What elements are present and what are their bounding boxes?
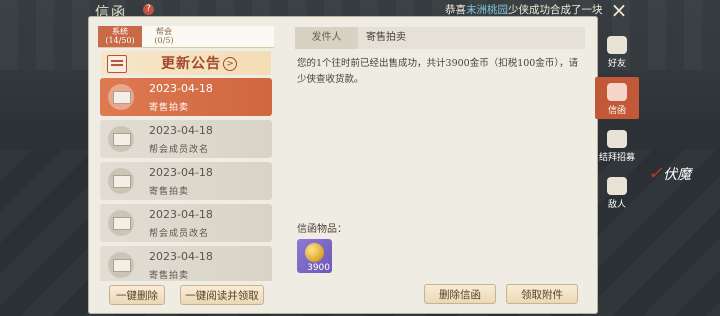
announcement-label: 更新公告 bbox=[161, 56, 221, 72]
ticker-player-name: 末洲桃园 bbox=[466, 4, 508, 16]
mail-date: 2023-04-18 bbox=[149, 166, 213, 179]
update-announcement-banner[interactable]: 更新公告 > bbox=[101, 51, 271, 75]
help-icon[interactable]: ? bbox=[143, 4, 154, 15]
sidebar-item-enemies[interactable]: 敌人 bbox=[595, 171, 639, 213]
scroll-icon bbox=[107, 55, 127, 73]
attachment-quantity: 3900 bbox=[307, 263, 330, 273]
sidebar-item-label: 信函 bbox=[607, 106, 626, 116]
mail-category-tabs: 系统 (14/50) 帮会 (0/5) bbox=[98, 26, 274, 48]
mail-subject: 寄售拍卖 bbox=[149, 103, 190, 113]
sidebar-item-sworn-recruit[interactable]: 结拜招募 bbox=[595, 124, 639, 166]
gold-coin-icon bbox=[305, 243, 324, 262]
sidebar-item-mail[interactable]: 信函 bbox=[595, 77, 639, 119]
attachment-slot[interactable]: 3900 bbox=[297, 239, 332, 273]
mail-date: 2023-04-18 bbox=[149, 208, 213, 221]
tab-system[interactable]: 系统 (14/50) bbox=[98, 26, 142, 47]
tab-system-label: 系统 bbox=[112, 27, 128, 36]
ticker-suffix: 少侠成功合成了一块 bbox=[508, 4, 603, 16]
sidebar-item-friends[interactable]: 好友 bbox=[595, 30, 639, 72]
envelope-icon bbox=[108, 84, 134, 110]
list-item[interactable]: 2023-04-18 寄售拍卖 bbox=[100, 78, 272, 116]
brush-text: 伏魔 bbox=[663, 167, 692, 183]
sender-label: 发件人 bbox=[295, 27, 358, 49]
sidebar-item-label: 好友 bbox=[607, 59, 626, 69]
close-icon[interactable]: × bbox=[608, 0, 630, 22]
mail-subject: 帮会成员改名 bbox=[149, 229, 210, 239]
envelope-icon bbox=[108, 210, 134, 236]
mail-date: 2023-04-18 bbox=[149, 250, 213, 263]
mail-date: 2023-04-18 bbox=[149, 82, 213, 95]
tab-guild-label: 帮会 bbox=[156, 27, 172, 36]
sworn-recruit-icon bbox=[607, 130, 627, 148]
envelope-icon bbox=[108, 252, 134, 278]
mail-subject: 寄售拍卖 bbox=[149, 271, 190, 281]
delete-mail-button[interactable]: 删除信函 bbox=[424, 284, 496, 304]
sidebar-item-label: 敌人 bbox=[607, 200, 626, 210]
ticker-prefix: 恭喜 bbox=[445, 4, 466, 16]
tab-guild-count: (0/5) bbox=[154, 36, 174, 45]
chevron-right-icon: > bbox=[223, 57, 237, 71]
delete-all-button[interactable]: 一键删除 bbox=[109, 285, 165, 305]
broadcast-ticker: 恭喜末洲桃园少侠成功合成了一块 bbox=[445, 2, 603, 17]
mail-icon bbox=[607, 83, 627, 101]
attachment-label: 信函物品： bbox=[297, 224, 347, 235]
claim-attachment-button[interactable]: 领取附件 bbox=[506, 284, 578, 304]
envelope-icon bbox=[108, 126, 134, 152]
mail-subject: 寄售拍卖 bbox=[149, 187, 190, 197]
sender-value: 寄售拍卖 bbox=[366, 32, 406, 43]
friends-icon bbox=[607, 36, 627, 54]
list-item[interactable]: 2023-04-18 寄售拍卖 bbox=[100, 246, 272, 281]
tab-system-count: (14/50) bbox=[105, 36, 135, 45]
list-item[interactable]: 2023-04-18 寄售拍卖 bbox=[100, 162, 272, 200]
list-item[interactable]: 2023-04-18 帮会成员改名 bbox=[100, 120, 272, 158]
mail-date: 2023-04-18 bbox=[149, 124, 213, 137]
tab-guild[interactable]: 帮会 (0/5) bbox=[142, 26, 186, 47]
sidebar-item-label: 结拜招募 bbox=[598, 153, 635, 163]
mail-body: 您的1个往时前已经出售成功，共计3900金币（扣税100金币），请少侠查收货款。 bbox=[297, 58, 579, 85]
enemy-icon bbox=[607, 177, 627, 195]
brush-calligraphy-deco: ✓伏魔 bbox=[648, 163, 692, 184]
mail-list[interactable]: 2023-04-18 寄售拍卖 2023-04-18 帮会成员改名 2023-0… bbox=[100, 78, 272, 281]
read-all-claim-button[interactable]: 一键阅读并领取 bbox=[180, 285, 264, 305]
mail-subject: 帮会成员改名 bbox=[149, 145, 210, 155]
list-item[interactable]: 2023-04-18 帮会成员改名 bbox=[100, 204, 272, 242]
envelope-icon bbox=[108, 168, 134, 194]
